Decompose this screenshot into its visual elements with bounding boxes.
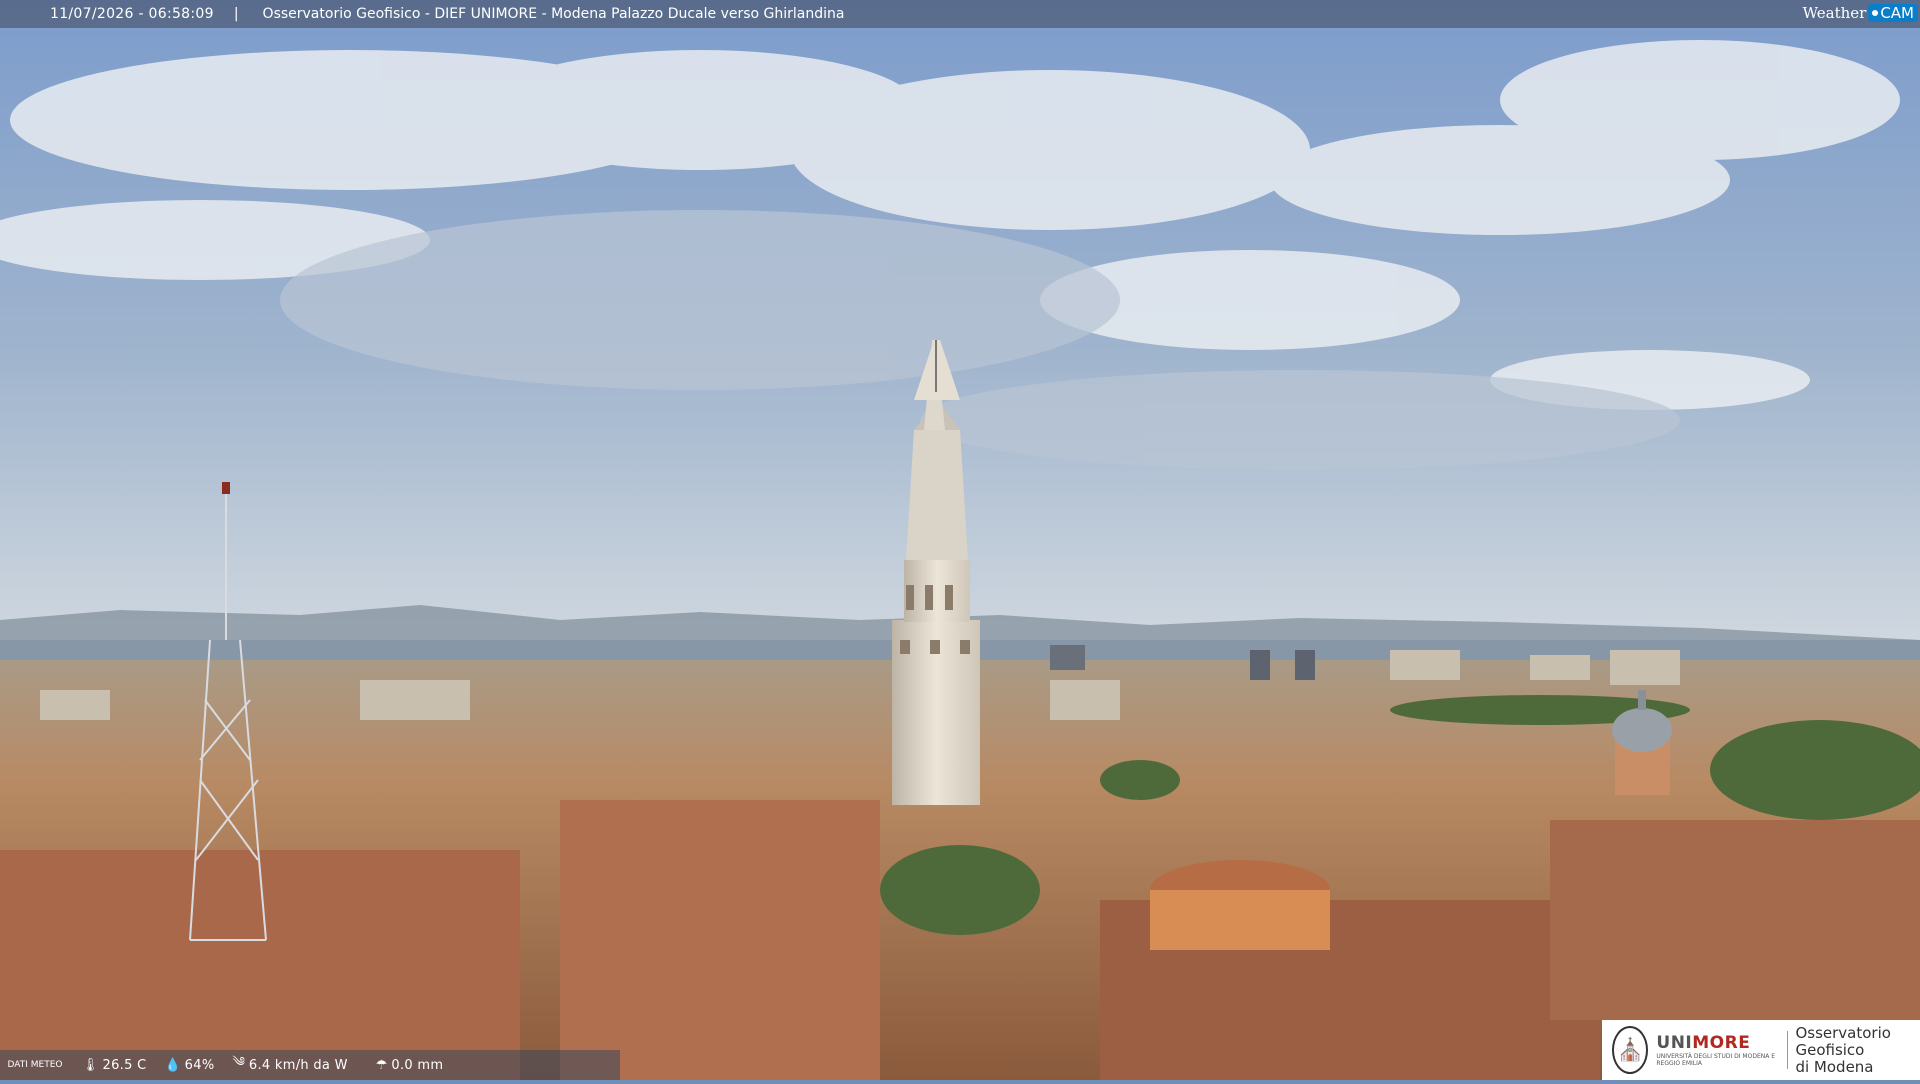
temperature-readout: 🌡 26.5 C: [82, 1058, 146, 1073]
separator: |: [233, 6, 239, 22]
rain-value: 0.0 mm: [391, 1057, 444, 1073]
observatory-line1: Osservatorio Geofisico: [1795, 1023, 1891, 1059]
cam-badge: CAM: [1868, 4, 1918, 22]
thermometer-icon: 🌡: [82, 1057, 99, 1073]
university-seal-icon: ⛪: [1612, 1026, 1649, 1074]
unimore-more: MORE: [1692, 1033, 1751, 1053]
humidity-value: 64%: [184, 1057, 215, 1073]
location-title: Osservatorio Geofisico - DIEF UNIMORE - …: [262, 6, 845, 22]
humidity-drop-icon: 💧: [164, 1057, 181, 1073]
observatory-name: Osservatorio Geofisico di Modena: [1795, 1023, 1920, 1076]
unimore-uni: UNI: [1656, 1033, 1693, 1053]
unimore-wordmark: UNIMORE UNIVERSITÀ DEGLI STUDI DI MODENA…: [1656, 1033, 1778, 1067]
weather-text: Weather: [1802, 4, 1867, 22]
weather-data-bar: DATI METEO 🌡 26.5 C 💧 64% ༄ 6.4 km/h da …: [0, 1050, 620, 1080]
logo-divider: [1786, 1031, 1788, 1069]
timestamp: 11/07/2026 - 06:58:09: [50, 6, 214, 22]
observatory-line2: di Modena: [1795, 1057, 1874, 1076]
unimore-subtitle: UNIVERSITÀ DEGLI STUDI DI MODENA E REGGI…: [1656, 1053, 1776, 1067]
webcam-scene: [0, 0, 1920, 1080]
temperature-value: 26.5 C: [102, 1057, 147, 1073]
unimore-logo-panel: ⛪ UNIMORE UNIVERSITÀ DEGLI STUDI DI MODE…: [1602, 1020, 1920, 1080]
dati-meteo-label: DATI METEO: [7, 1060, 63, 1070]
humidity-readout: 💧 64%: [164, 1058, 214, 1073]
cam-dot-icon: [1872, 10, 1879, 16]
rain-icon: ☂: [375, 1057, 388, 1073]
wind-icon: ༄: [232, 1054, 245, 1070]
weathercam-logo: Weather CAM: [1803, 0, 1918, 26]
camera-info-bar: 11/07/2026 - 06:58:09 | Osservatorio Geo…: [0, 0, 1920, 28]
wind-readout: ༄ 6.4 km/h da W: [232, 1047, 347, 1084]
wind-value: 6.4 km/h da W: [248, 1057, 348, 1073]
rain-readout: ☂ 0.0 mm: [376, 1058, 444, 1073]
